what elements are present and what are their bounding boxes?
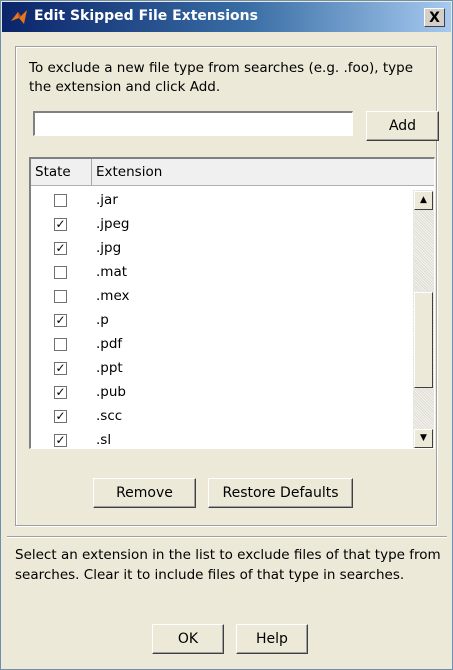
table-header: State Extension <box>31 159 434 186</box>
state-checkbox[interactable] <box>54 242 67 255</box>
extension-label: .jar <box>96 192 118 208</box>
table-row[interactable]: .scc <box>31 406 411 430</box>
table-row[interactable]: .sl <box>31 430 411 448</box>
matlab-logo-icon <box>11 10 27 24</box>
state-checkbox[interactable] <box>54 266 67 279</box>
state-checkbox[interactable] <box>54 290 67 303</box>
state-checkbox[interactable] <box>54 410 67 423</box>
extension-label: .jpg <box>96 240 122 256</box>
table-row[interactable]: .mex <box>31 286 411 310</box>
add-button[interactable]: Add <box>366 111 439 141</box>
table-row[interactable]: .pdf <box>31 334 411 358</box>
scroll-down-icon[interactable]: ▼ <box>414 429 433 448</box>
close-button[interactable]: X <box>424 8 445 27</box>
state-checkbox[interactable] <box>54 362 67 375</box>
window-title: Edit Skipped File Extensions <box>34 8 258 24</box>
scroll-thumb[interactable] <box>414 292 433 388</box>
extension-label: .p <box>96 312 109 328</box>
state-checkbox[interactable] <box>54 338 67 351</box>
title-bar[interactable]: Edit Skipped File Extensions X <box>2 2 451 32</box>
table-row[interactable]: .p <box>31 310 411 334</box>
state-checkbox[interactable] <box>54 218 67 231</box>
ok-button[interactable]: OK <box>152 624 224 654</box>
extension-column-header[interactable]: Extension <box>92 159 434 185</box>
help-text: Select an extension in the list to exclu… <box>15 547 441 583</box>
table-row[interactable]: .jar <box>31 190 411 214</box>
help-button[interactable]: Help <box>236 624 308 654</box>
instructions-text: To exclude a new file type from searches… <box>29 60 414 95</box>
state-checkbox[interactable] <box>54 314 67 327</box>
extension-label: .ppt <box>96 360 123 376</box>
table-row[interactable]: .jpg <box>31 238 411 262</box>
extension-label: .pdf <box>96 336 123 352</box>
remove-button[interactable]: Remove <box>93 478 196 508</box>
table-row[interactable]: .ppt <box>31 358 411 382</box>
extension-list: .jar .jpeg .jpg .mat .mex .p .pdf .ppt .pub .scc.… <box>31 190 411 448</box>
table-row[interactable]: .jpeg <box>31 214 411 238</box>
extension-label: .jpeg <box>96 216 130 232</box>
extension-label: .mat <box>96 264 128 280</box>
table-row[interactable]: .mat <box>31 262 411 286</box>
vertical-scrollbar[interactable]: ▲ ▼ <box>413 190 434 448</box>
extension-label: .sl <box>96 432 112 448</box>
state-column-header[interactable]: State <box>31 159 92 185</box>
state-checkbox[interactable] <box>54 386 67 399</box>
extension-label: .scc <box>96 408 123 424</box>
table-row[interactable]: .pub <box>31 382 411 406</box>
divider <box>7 536 447 538</box>
scroll-up-icon[interactable]: ▲ <box>414 191 433 210</box>
restore-defaults-button[interactable]: Restore Defaults <box>208 478 353 508</box>
extension-input[interactable] <box>33 111 353 136</box>
state-checkbox[interactable] <box>54 194 67 207</box>
state-checkbox[interactable] <box>54 434 67 447</box>
extension-label: .pub <box>96 384 126 400</box>
extension-label: .mex <box>96 288 130 304</box>
extensions-table: State Extension .jar .jpeg .jpg .mat .mex .p.… <box>29 157 435 449</box>
dialog-window: Edit Skipped File Extensions X To exclud… <box>0 0 453 670</box>
